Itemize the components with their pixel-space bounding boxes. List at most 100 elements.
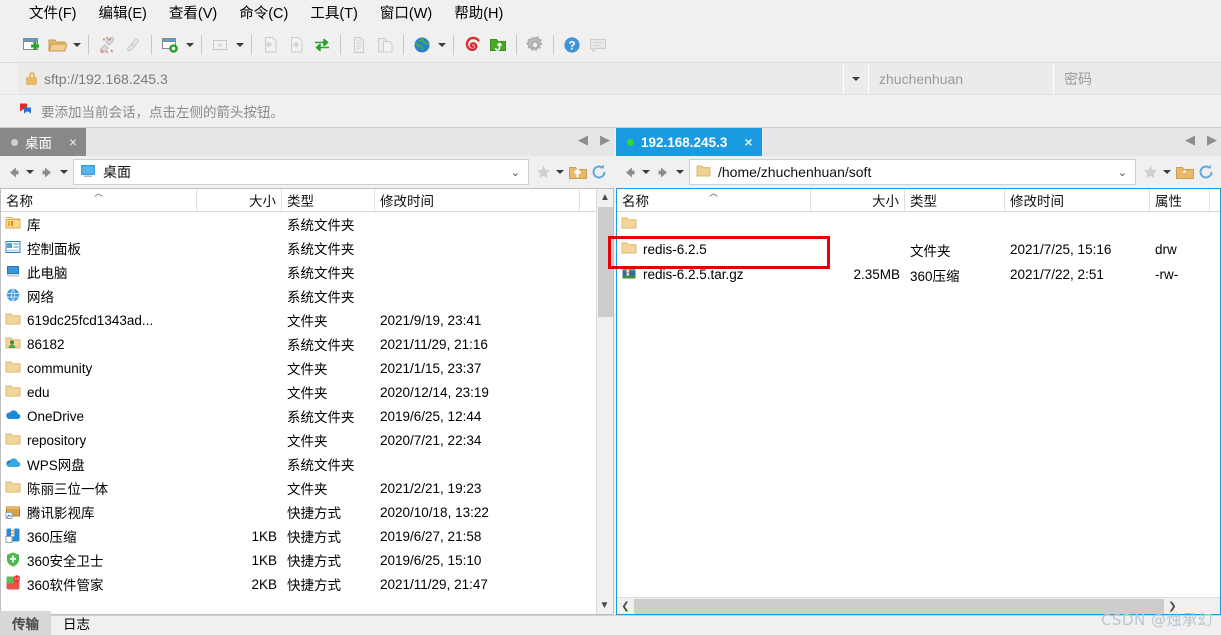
green-folder-icon[interactable]	[485, 32, 511, 58]
reconnect-icon[interactable]	[120, 32, 146, 58]
table-row[interactable]: 360安全卫士 1KB 快捷方式 2019/6/25, 15:10	[1, 548, 613, 572]
home-folder-icon[interactable]	[566, 159, 588, 185]
scroll-left-icon[interactable]: ❮	[617, 601, 634, 612]
remote-file-list[interactable]: 名称 ︿ 大小 类型 修改时间 属性 redis-6.2.5 文件夹 2021/7/25, 1…	[616, 188, 1221, 615]
tab-scroll-left-icon[interactable]: ◀	[578, 132, 588, 148]
back-history-dropdown[interactable]	[24, 159, 36, 185]
paste-icon[interactable]	[372, 32, 398, 58]
table-row[interactable]: WPS网盘 系统文件夹	[1, 452, 613, 476]
arrow-right-icon[interactable]	[36, 159, 58, 185]
local-list-body[interactable]: 库系统文件夹 控制面板 系统文件夹 此电脑 系统文件夹 网络 系统文件夹 619dc2…	[1, 212, 613, 596]
local-file-list[interactable]: 名称 ︿ 大小 类型 修改时间 库系统文件夹 控制面板 系统文件夹 此电脑 系统文件	[0, 188, 614, 615]
scroll-down-icon[interactable]: ▼	[597, 597, 612, 614]
tab-scroll-right-icon[interactable]: ▶	[600, 132, 610, 148]
transfer-start-icon[interactable]	[207, 32, 233, 58]
help-icon[interactable]: ?	[559, 32, 585, 58]
tab-scroll-right-icon[interactable]: ▶	[1207, 132, 1217, 148]
gear-icon[interactable]	[522, 32, 548, 58]
session-arrow-column[interactable]	[0, 63, 18, 94]
table-row[interactable]: 此电脑 系统文件夹	[1, 260, 613, 284]
table-row[interactable]	[617, 212, 1220, 237]
remote-list-body[interactable]: redis-6.2.5 文件夹 2021/7/25, 15:16 drw redis-…	[617, 212, 1220, 287]
table-row[interactable]: 陈丽三位一体 文件夹 2021/2/21, 19:23	[1, 476, 613, 500]
feedback-icon[interactable]	[585, 32, 611, 58]
table-row[interactable]: redis-6.2.5 文件夹 2021/7/25, 15:16 drw	[617, 237, 1220, 262]
address-input[interactable]: sftp://192.168.245.3	[18, 63, 844, 94]
copy-icon[interactable]	[346, 32, 372, 58]
open-folder-dropdown[interactable]	[70, 32, 83, 58]
column-header-1[interactable]: 名称 ︿	[1, 189, 197, 211]
table-row[interactable]: 86182 系统文件夹 2021/11/29, 21:16	[1, 332, 613, 356]
open-folder-icon[interactable]	[44, 32, 70, 58]
transfer-start-dropdown[interactable]	[233, 32, 246, 58]
menu-tools[interactable]: 工具(T)	[299, 2, 369, 26]
sync-transfer-icon[interactable]	[309, 32, 335, 58]
session-properties-dropdown[interactable]	[183, 32, 196, 58]
globe-icon[interactable]	[409, 32, 435, 58]
arrow-right-icon[interactable]	[652, 159, 674, 185]
menu-help[interactable]: 帮助(H)	[443, 2, 514, 26]
table-row[interactable]: 619dc25fcd1343ad... 文件夹 2021/9/19, 23:41	[1, 308, 613, 332]
column-header-3[interactable]: 类型	[282, 189, 375, 211]
star-icon[interactable]	[532, 159, 554, 185]
menu-window[interactable]: 窗口(W)	[369, 2, 443, 26]
column-header-2[interactable]: 大小	[197, 189, 282, 211]
new-session-icon[interactable]	[18, 32, 44, 58]
arrow-left-icon[interactable]	[618, 159, 640, 185]
refresh-icon[interactable]	[1195, 159, 1217, 185]
scroll-up-icon[interactable]: ▲	[597, 189, 613, 206]
home-folder-icon[interactable]	[1173, 159, 1195, 185]
forward-history-dropdown[interactable]	[674, 159, 686, 185]
bottom-tab-log[interactable]: 日志	[51, 611, 102, 635]
table-row[interactable]: 网络 系统文件夹	[1, 284, 613, 308]
column-header-1[interactable]: 名称 ︿	[617, 189, 811, 211]
close-icon[interactable]: ×	[69, 134, 77, 150]
arrow-left-icon[interactable]	[2, 159, 24, 185]
xshell-icon[interactable]	[459, 32, 485, 58]
table-row[interactable]: 控制面板 系统文件夹	[1, 236, 613, 260]
table-row[interactable]: repository 文件夹 2020/7/21, 22:34	[1, 428, 613, 452]
menu-command[interactable]: 命令(C)	[228, 2, 299, 26]
back-history-dropdown[interactable]	[640, 159, 652, 185]
globe-dropdown[interactable]	[435, 32, 448, 58]
table-row[interactable]: edu 文件夹 2020/12/14, 23:19	[1, 380, 613, 404]
table-row[interactable]: 10 360软件管家 2KB 快捷方式 2021/11/29, 21:47	[1, 572, 613, 596]
scrollbar-thumb[interactable]	[598, 207, 613, 317]
tab-desktop[interactable]: 桌面 ×	[0, 128, 87, 156]
refresh-icon[interactable]	[588, 159, 610, 185]
menu-view[interactable]: 查看(V)	[158, 2, 228, 26]
chevron-down-icon[interactable]	[844, 63, 868, 94]
forward-history-dropdown[interactable]	[58, 159, 70, 185]
table-row[interactable]: OneDrive 系统文件夹 2019/6/25, 12:44	[1, 404, 613, 428]
table-row[interactable]: redis-6.2.5.tar.gz 2.35MB 360压缩 2021/7/22, …	[617, 262, 1220, 287]
disconnect-icon[interactable]	[94, 32, 120, 58]
column-header-3[interactable]: 类型	[905, 189, 1005, 211]
column-header-2[interactable]: 大小	[811, 189, 905, 211]
session-properties-icon[interactable]	[157, 32, 183, 58]
column-header-4[interactable]: 修改时间	[375, 189, 580, 211]
bottom-tab-transfer[interactable]: 传输	[0, 611, 51, 635]
scrollbar-thumb[interactable]	[634, 598, 1164, 614]
table-row[interactable]: 腾讯影视库 快捷方式 2020/10/18, 13:22	[1, 500, 613, 524]
table-row[interactable]: community 文件夹 2021/1/15, 23:37	[1, 356, 613, 380]
column-header-5[interactable]: 属性	[1150, 189, 1210, 211]
upload-file-icon[interactable]	[283, 32, 309, 58]
tab-remote-host[interactable]: 192.168.245.3 ×	[616, 128, 762, 156]
favorites-dropdown[interactable]	[1161, 159, 1173, 185]
column-header-4[interactable]: 修改时间	[1005, 189, 1150, 211]
chevron-down-icon[interactable]: ⌄	[1118, 166, 1131, 179]
username-input[interactable]: zhuchenhuan	[868, 63, 1053, 94]
close-icon[interactable]: ×	[744, 134, 752, 150]
remote-path-input[interactable]: /home/zhuchenhuan/soft ⌄	[689, 159, 1136, 185]
local-path-input[interactable]: 桌面 ⌄	[73, 159, 529, 185]
star-icon[interactable]	[1139, 159, 1161, 185]
table-row[interactable]: 库 系统文件夹	[1, 212, 613, 236]
menu-edit[interactable]: 编辑(E)	[88, 2, 158, 26]
password-input[interactable]: 密码	[1053, 63, 1221, 94]
chevron-down-icon[interactable]: ⌄	[511, 166, 524, 179]
favorites-dropdown[interactable]	[554, 159, 566, 185]
menu-file[interactable]: 文件(F)	[18, 2, 88, 26]
download-file-icon[interactable]	[257, 32, 283, 58]
tab-scroll-left-icon[interactable]: ◀	[1185, 132, 1195, 148]
table-row[interactable]: 360压缩 1KB 快捷方式 2019/6/27, 21:58	[1, 524, 613, 548]
